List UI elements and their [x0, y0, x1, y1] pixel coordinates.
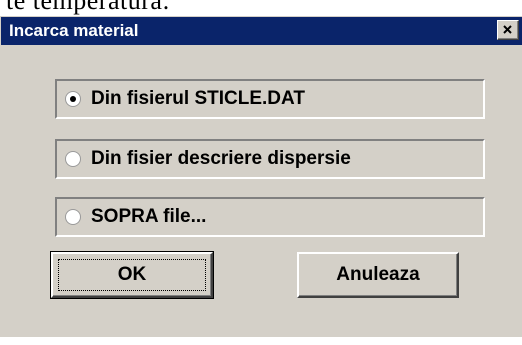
load-material-dialog: Incarca material Din fisierul STICLE.DAT… [0, 16, 522, 345]
dialog-title: Incarca material [9, 21, 139, 40]
radio-button-sticle-dat[interactable] [65, 91, 81, 107]
radio-button-sopra-file[interactable] [65, 209, 81, 225]
background-area [0, 337, 522, 345]
close-button[interactable] [497, 20, 519, 40]
option-sticle-dat[interactable]: Din fisierul STICLE.DAT [55, 79, 485, 119]
ok-button-label: OK [117, 264, 147, 285]
title-bar[interactable]: Incarca material [1, 17, 522, 45]
option-label-dispersion-file: Din fisier descriere dispersie [91, 148, 351, 169]
cancel-button-label: Anuleaza [336, 264, 420, 285]
option-sopra-file[interactable]: SOPRA file... [55, 197, 485, 237]
radio-selected-dot [70, 96, 76, 102]
option-label-sopra-file: SOPRA file... [91, 206, 207, 227]
screen: te temperatura: Incarca material Din fis… [0, 0, 522, 345]
ok-button[interactable]: OK [50, 251, 214, 299]
radio-button-dispersion-file[interactable] [65, 151, 81, 167]
close-icon [503, 25, 512, 34]
option-label-sticle-dat: Din fisierul STICLE.DAT [91, 88, 305, 109]
option-dispersion-file[interactable]: Din fisier descriere dispersie [55, 139, 485, 179]
background-document-text: te temperatura: [6, 0, 171, 15]
cancel-button[interactable]: Anuleaza [297, 252, 459, 298]
